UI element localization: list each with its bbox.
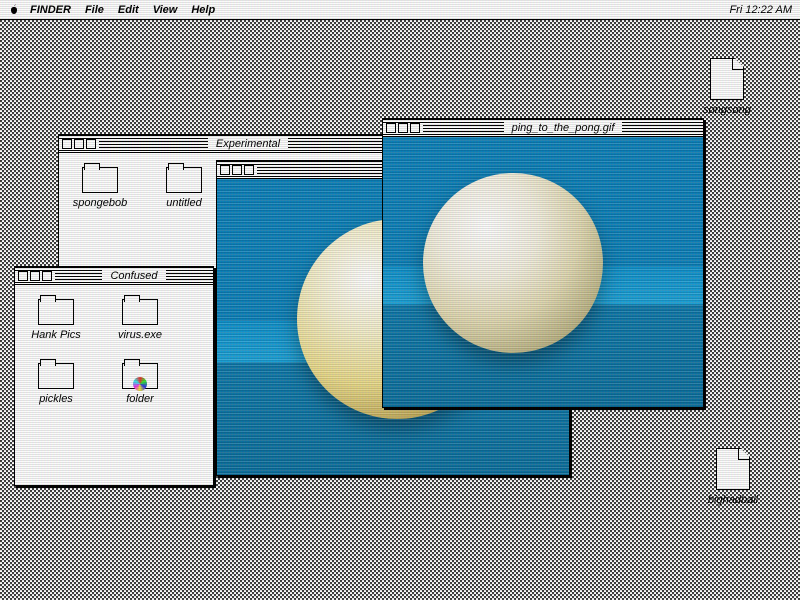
folder-item[interactable]: virus.exe <box>109 295 171 341</box>
folder-item[interactable]: folder <box>109 359 171 405</box>
window-title: Confused <box>102 270 165 282</box>
folder-item[interactable]: Hank Pics <box>25 295 87 341</box>
folder-icon <box>120 295 160 325</box>
folder-item[interactable]: untitled <box>153 163 215 209</box>
folder-icon <box>164 163 204 193</box>
folder-label: pickles <box>39 393 73 405</box>
folder-item[interactable]: spongebob <box>69 163 131 209</box>
menubar: FINDER File Edit View Help Fri 12:22 AM <box>0 0 800 20</box>
folder-icon <box>36 295 76 325</box>
desktop-file-label: bighadball <box>708 494 758 506</box>
titlebar[interactable]: Confused <box>15 267 213 285</box>
menubar-clock: Fri 12:22 AM <box>729 4 792 16</box>
titlebar[interactable]: ping_to_the_pong.gif <box>383 119 703 137</box>
document-icon <box>710 58 744 100</box>
sphere-graphic <box>423 173 603 353</box>
menu-file[interactable]: File <box>85 4 104 16</box>
window-controls <box>217 165 257 175</box>
folder-icon <box>36 359 76 389</box>
folder-icon <box>120 359 160 389</box>
zoom-box[interactable] <box>232 165 242 175</box>
desktop-file[interactable]: bighadball <box>698 448 768 506</box>
folder-label: untitled <box>166 197 201 209</box>
folder-label: spongebob <box>73 197 127 209</box>
collapse-box[interactable] <box>42 271 52 281</box>
document-icon <box>716 448 750 490</box>
folder-label: virus.exe <box>118 329 162 341</box>
close-box[interactable] <box>220 165 230 175</box>
titlebar[interactable]: Experimental <box>59 135 397 153</box>
folder-icon <box>80 163 120 193</box>
folder-label: Hank Pics <box>31 329 81 341</box>
close-box[interactable] <box>386 123 396 133</box>
window-controls <box>15 271 55 281</box>
app-menu[interactable]: FINDER <box>30 4 71 16</box>
collapse-box[interactable] <box>410 123 420 133</box>
window-controls <box>383 123 423 133</box>
window-confused[interactable]: Confused Hank Pics virus.exe pickles fol… <box>14 266 214 486</box>
zoom-box[interactable] <box>30 271 40 281</box>
window-controls <box>59 139 99 149</box>
zoom-box[interactable] <box>398 123 408 133</box>
zoom-box[interactable] <box>74 139 84 149</box>
folder-label: folder <box>126 393 154 405</box>
folder-item[interactable]: pickles <box>25 359 87 405</box>
apple-logo-icon <box>8 4 20 16</box>
window-ping-image[interactable]: ping_to_the_pong.gif <box>382 118 704 408</box>
window-title: ping_to_the_pong.gif <box>504 122 623 134</box>
close-box[interactable] <box>62 139 72 149</box>
collapse-box[interactable] <box>244 165 254 175</box>
menu-view[interactable]: View <box>153 4 178 16</box>
menu-help[interactable]: Help <box>191 4 215 16</box>
close-box[interactable] <box>18 271 28 281</box>
window-body[interactable]: Hank Pics virus.exe pickles folder <box>15 285 213 415</box>
image-content <box>383 137 703 407</box>
menu-edit[interactable]: Edit <box>118 4 139 16</box>
desktop-file-label: songsong <box>703 104 751 116</box>
desktop-file[interactable]: songsong <box>692 58 762 116</box>
window-title: Experimental <box>208 138 288 150</box>
collapse-box[interactable] <box>86 139 96 149</box>
